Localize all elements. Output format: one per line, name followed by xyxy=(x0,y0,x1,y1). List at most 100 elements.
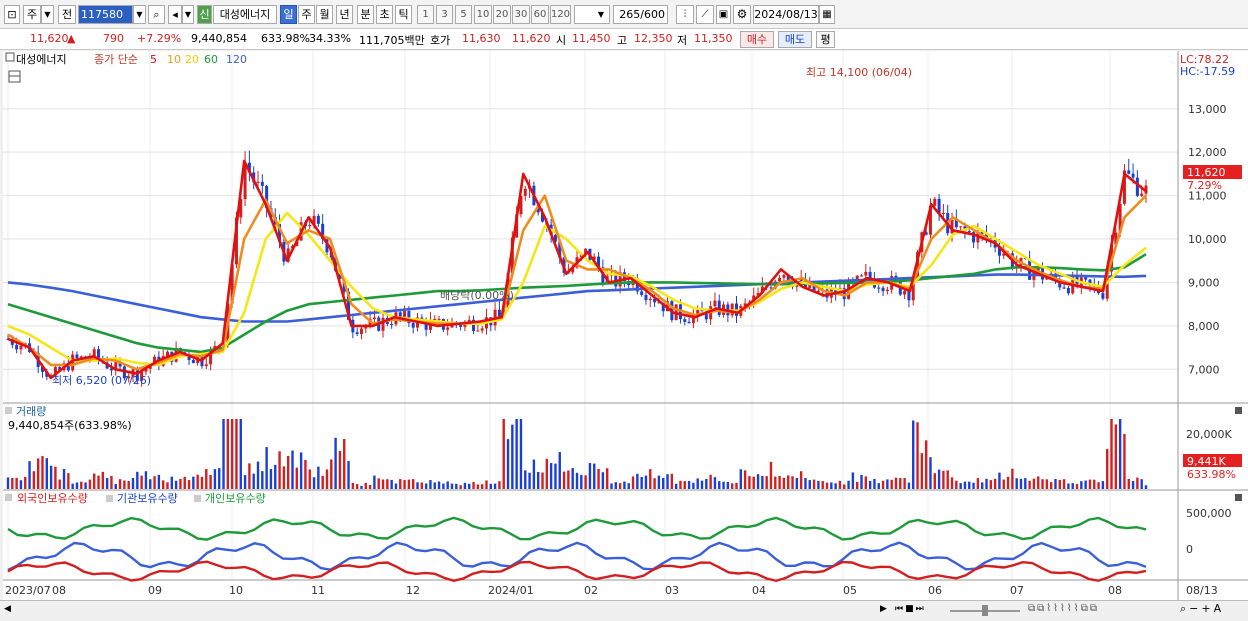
volume-bar xyxy=(278,451,281,489)
volume-bar xyxy=(1144,485,1148,489)
interval-1[interactable]: 1 xyxy=(417,5,434,24)
period-week[interactable]: 주 xyxy=(298,5,315,24)
period-year[interactable]: 년 xyxy=(336,5,353,24)
interval-5[interactable]: 5 xyxy=(455,5,472,24)
volume-bar xyxy=(1024,478,1027,489)
volume-bar xyxy=(554,463,557,489)
volume-bar xyxy=(942,470,945,489)
volume-bar xyxy=(528,472,531,489)
period-day[interactable]: 일 xyxy=(280,5,297,24)
tool-icons[interactable]: ⧉⧉⌇⌇⌇⌇⌇⧉⧉ xyxy=(1028,603,1099,614)
volume-bar xyxy=(248,463,251,489)
volume-bar xyxy=(877,483,880,489)
candle-icon[interactable]: ⫶ xyxy=(676,5,694,24)
scroll-bar[interactable]: ◀ ▶ ⏮■⏭ ⧉⧉⌇⌇⌇⌇⌇⧉⧉ ⌕−+A xyxy=(0,600,1248,621)
date-input[interactable]: 2024/08/13 xyxy=(753,5,819,24)
candle-body xyxy=(778,277,782,282)
volume-bar xyxy=(912,420,915,489)
chevron-down-icon[interactable]: ▼ xyxy=(182,5,194,24)
period-type-select[interactable]: 주 xyxy=(23,5,41,24)
price-tick-label: 10,000 xyxy=(1188,233,1227,246)
volume-bar xyxy=(351,482,355,489)
toolbar: ⊡ 주 ▼ 전 117580 ▼ ⌕ ◂ ▼ 신 대성에너지 일 주 월 년 분… xyxy=(0,0,1248,29)
playback-icons[interactable]: ⏮■⏭ xyxy=(895,604,926,614)
volume-bar xyxy=(825,482,829,489)
volume-bar xyxy=(795,477,799,489)
draw-icon[interactable]: ⟋ xyxy=(696,5,714,24)
volume-bar xyxy=(1127,478,1130,489)
volume-bar xyxy=(937,469,941,489)
chart-area[interactable]: 대성에너지 종가 단순 5 10 20 60 120 LC:78.22 HC:-… xyxy=(0,51,1248,600)
volume-bar xyxy=(743,470,747,489)
candle-body xyxy=(260,181,264,186)
volume-bar xyxy=(726,481,730,489)
eval-button[interactable]: 평 xyxy=(816,31,835,48)
volume-bar xyxy=(705,479,708,489)
screen-icon[interactable]: ⊡ xyxy=(4,5,20,24)
volume-bar xyxy=(605,468,609,489)
scroll-right-icon[interactable]: ▶ xyxy=(880,604,887,614)
candle-body xyxy=(1062,287,1066,289)
stock-name: 대성에너지 xyxy=(213,5,277,24)
interval-20[interactable]: 20 xyxy=(493,5,511,24)
period-month[interactable]: 월 xyxy=(316,5,333,24)
period-tick[interactable]: 틱 xyxy=(395,5,412,24)
volume-panel-close-icon[interactable] xyxy=(1235,407,1242,414)
candle-body xyxy=(497,309,501,317)
volume-bar xyxy=(140,475,143,489)
bid-price: 11,630 xyxy=(462,32,501,45)
volume-bar xyxy=(976,478,980,489)
period-minute[interactable]: 분 xyxy=(357,5,374,24)
volume-bar xyxy=(670,473,674,489)
volume-bar xyxy=(532,459,536,489)
scroll-left-icon[interactable]: ◀ xyxy=(4,604,11,614)
volume-bar xyxy=(6,477,10,489)
interval-30[interactable]: 30 xyxy=(512,5,530,24)
save-icon[interactable]: ▣ xyxy=(716,5,731,24)
chevron-down-icon[interactable]: ▼ xyxy=(41,5,54,24)
stock-code-input[interactable]: 117580 xyxy=(78,5,133,24)
interval-3[interactable]: 3 xyxy=(436,5,453,24)
volume-bar xyxy=(1093,479,1096,489)
chevron-down-icon[interactable]: ▼ xyxy=(133,5,146,24)
speaker-icon[interactable]: ◂ xyxy=(168,5,182,24)
interval-60[interactable]: 60 xyxy=(531,5,549,24)
date-tick-label: 2024/01 xyxy=(488,584,534,597)
candle-body xyxy=(687,321,691,324)
interval-120[interactable]: 120 xyxy=(550,5,571,24)
zoom-icons[interactable]: ⌕−+A xyxy=(1180,602,1224,616)
volume-bar xyxy=(601,472,605,489)
volume-bar xyxy=(649,469,652,489)
volume-bar xyxy=(1106,449,1109,489)
volume-bar xyxy=(653,478,656,489)
volume-bar xyxy=(765,476,768,489)
volume-bar xyxy=(834,483,837,489)
volume-bar xyxy=(1011,468,1014,489)
compare-button[interactable]: 전 xyxy=(58,5,76,24)
volume-bar xyxy=(998,472,1001,489)
volume-bar xyxy=(437,481,441,489)
legend-ma120: 120 xyxy=(226,53,247,66)
volume-bar xyxy=(58,479,61,489)
calendar-icon[interactable]: ▦ xyxy=(819,5,835,24)
chevron-down-icon[interactable]: ▼ xyxy=(594,5,608,24)
buy-button[interactable]: 매수 xyxy=(740,31,774,48)
period-second[interactable]: 초 xyxy=(376,5,393,24)
volume-panel-icon[interactable] xyxy=(5,407,12,414)
volume-bar xyxy=(1131,481,1135,489)
holder-panel-icon[interactable] xyxy=(5,494,12,501)
volume-bar xyxy=(687,480,691,489)
zoom-slider-thumb[interactable] xyxy=(982,605,988,616)
volume-bar xyxy=(45,458,48,489)
interval-10[interactable]: 10 xyxy=(474,5,492,24)
gear-icon[interactable]: ⚙ xyxy=(733,5,751,24)
holder-panel-close-icon[interactable] xyxy=(1235,494,1242,501)
volume-bar xyxy=(36,458,40,489)
volume-bar xyxy=(472,482,475,489)
sell-button[interactable]: 매도 xyxy=(778,31,812,48)
search-icon[interactable]: ⌕ xyxy=(148,5,165,24)
count-field[interactable]: 265/600 xyxy=(613,5,668,24)
volume-bar xyxy=(584,475,587,489)
volume-bar xyxy=(75,482,79,489)
candle-body xyxy=(398,312,402,317)
